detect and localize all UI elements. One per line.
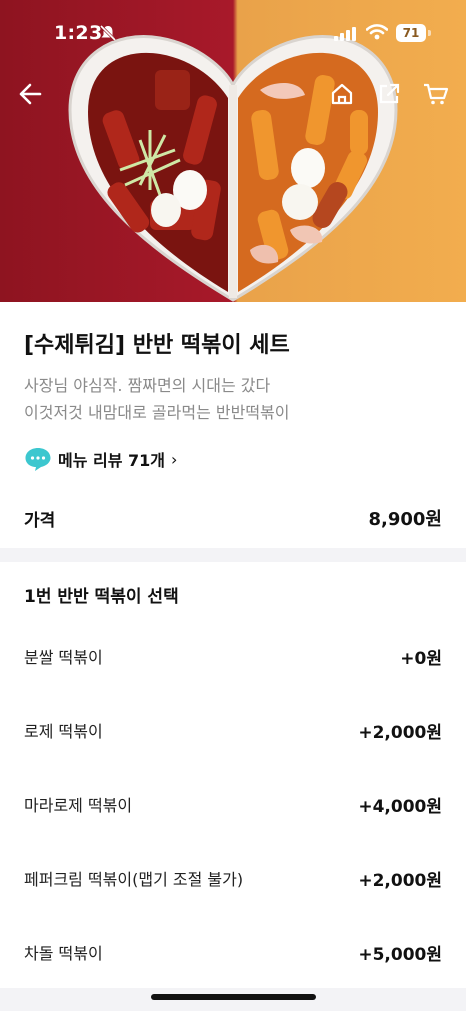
option-name: 분쌀 떡볶이 xyxy=(24,648,103,667)
cart-icon xyxy=(424,83,449,105)
product-description-line: 이것저것 내맘대로 골라먹는 반반떡볶이 xyxy=(24,403,290,422)
share-button[interactable] xyxy=(373,76,405,112)
price-value: 8,900원 xyxy=(368,509,443,530)
price-label: 가격 xyxy=(24,510,56,531)
status-time: 1:23 xyxy=(54,22,103,44)
menu-review-label: 메뉴 리뷰 71개 xyxy=(58,451,166,470)
battery-indicator: 71 xyxy=(396,24,426,42)
home-icon xyxy=(331,83,353,105)
menu-review-link[interactable]: 메뉴 리뷰 71개 › xyxy=(24,446,177,472)
option-item[interactable]: 분쌀 떡볶이 +0원 xyxy=(24,642,442,670)
option-item[interactable]: 마라로제 떡볶이 +4,000원 xyxy=(24,790,442,818)
option-price: +5,000원 xyxy=(358,944,442,965)
option-price: +0원 xyxy=(400,648,442,669)
share-icon xyxy=(379,83,400,104)
battery-tip xyxy=(428,30,431,36)
home-indicator[interactable] xyxy=(151,994,316,1000)
option-item[interactable]: 페퍼크림 떡볶이(맵기 조절 불가) +2,000원 xyxy=(24,864,442,892)
option-price: +2,000원 xyxy=(358,870,442,891)
option-price: +4,000원 xyxy=(358,796,442,817)
option-name: 페퍼크림 떡볶이(맵기 조절 불가) xyxy=(24,870,244,889)
option-price: +2,000원 xyxy=(358,722,442,743)
section-divider xyxy=(0,548,466,562)
wifi-icon xyxy=(365,24,389,44)
option-name: 마라로제 떡볶이 xyxy=(24,796,133,815)
speech-bubble-icon xyxy=(25,448,51,471)
price-row: 가격 8,900원 xyxy=(24,504,442,532)
back-button[interactable] xyxy=(12,76,48,112)
signal-icon xyxy=(334,26,356,45)
status-bar: 1:23 71 xyxy=(0,0,466,62)
cart-button[interactable] xyxy=(420,76,452,112)
option-item[interactable]: 로제 떡볶이 +2,000원 xyxy=(24,716,442,744)
back-arrow-icon xyxy=(19,83,42,105)
product-description-line: 사장님 야심작. 짬짜면의 시대는 갔다 xyxy=(24,376,271,395)
chevron-right-icon: › xyxy=(171,449,178,469)
mute-bell-icon xyxy=(99,24,117,46)
option-name: 차돌 떡볶이 xyxy=(24,944,103,963)
option-name: 로제 떡볶이 xyxy=(24,722,103,741)
option-item[interactable]: 차돌 떡볶이 +5,000원 xyxy=(24,938,442,966)
option-group-title: 1번 반반 떡볶이 선택 xyxy=(24,587,179,607)
product-title: [수제튀김] 반반 떡볶이 세트 xyxy=(24,333,290,358)
home-button[interactable] xyxy=(326,76,358,112)
